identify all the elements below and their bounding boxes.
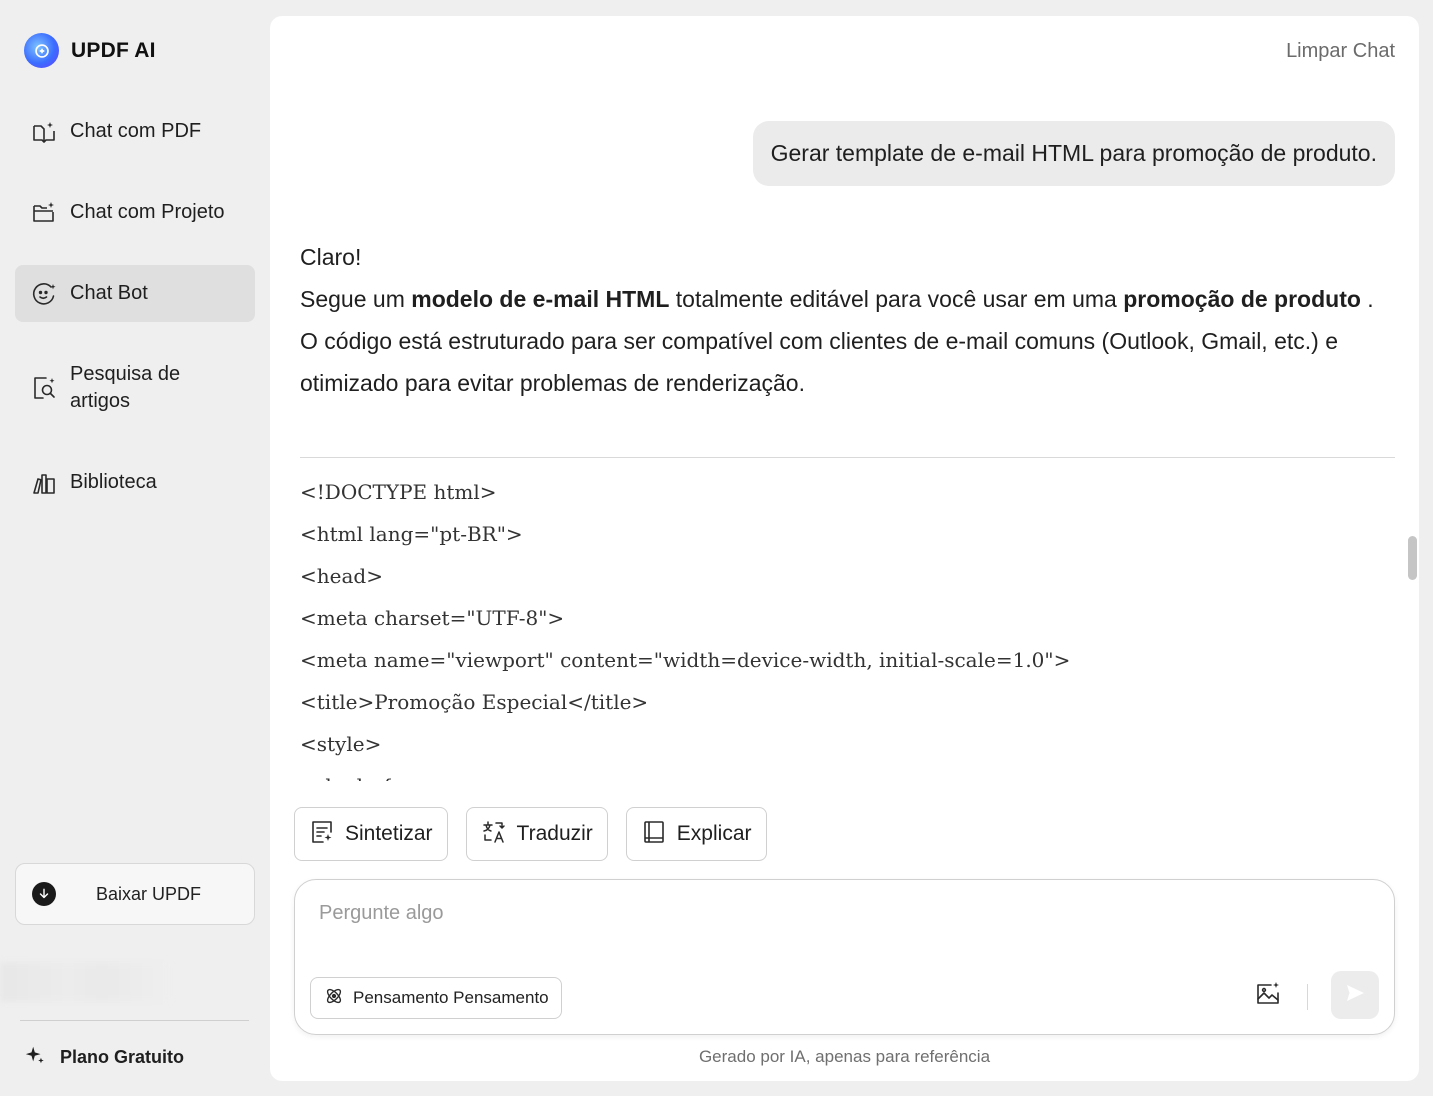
explain-button[interactable]: Explicar (625, 807, 767, 861)
image-sparkle-icon (1254, 980, 1282, 1013)
summarize-button[interactable]: Sintetizar (294, 807, 448, 861)
message-composer: Pensamento Pensamento (294, 879, 1395, 1035)
sidebar-divider (20, 1020, 249, 1021)
atom-icon (323, 985, 345, 1012)
sidebar-item-label: Pesquisa de artigos (70, 363, 181, 412)
code-block: <!DOCTYPE html> <html lang="pt-BR"> <hea… (300, 471, 1395, 781)
answer-text: Segue um (300, 286, 412, 312)
code-line: <html lang="pt-BR"> (300, 522, 523, 546)
brand[interactable]: UPDF AI (24, 33, 156, 68)
sidebar-item-biblioteca[interactable]: Biblioteca (15, 454, 255, 511)
sidebar-item-chat-projeto[interactable]: Chat com Projeto (15, 184, 255, 241)
sidebar-item-chat-pdf[interactable]: Chat com PDF (15, 103, 255, 160)
code-line: <style> (300, 732, 382, 756)
bot-face-icon (30, 280, 58, 308)
code-line: body { (300, 765, 1395, 781)
plan-link[interactable]: Plano Gratuito (24, 1044, 184, 1071)
book-icon (641, 819, 667, 850)
plan-label: Plano Gratuito (60, 1047, 185, 1067)
code-line: <title>Promoção Especial</title> (300, 690, 649, 714)
answer-paragraph: Segue um modelo de e-mail HTML totalment… (300, 278, 1395, 320)
sidebar-item-label: Biblioteca (70, 471, 157, 493)
composer-separator (1307, 984, 1308, 1010)
folder-sparkle-icon (30, 199, 58, 227)
document-search-icon (30, 374, 58, 402)
ai-disclaimer: Gerado por IA, apenas para referência (698, 1047, 991, 1066)
sidebar: UPDF AI Chat com PDF Chat com Projeto Ch… (0, 0, 268, 1096)
summarize-icon (309, 819, 335, 850)
blurred-account-area (0, 962, 170, 1002)
clear-chat-button[interactable]: Limpar Chat (1286, 40, 1395, 63)
ai-answer: Claro! Segue um modelo de e-mail HTML to… (300, 236, 1395, 404)
answer-paragraph: O código está estruturado para ser compa… (300, 328, 1338, 396)
answer-bold-text: promoção de produto (1123, 286, 1361, 312)
thinking-label: Pensamento Pensamento (353, 988, 549, 1007)
scrollbar-thumb[interactable] (1408, 536, 1417, 580)
quick-actions: Sintetizar Traduzir Explicar (294, 807, 767, 861)
answer-bold-text: modelo de e-mail HTML (411, 286, 670, 312)
download-arrow-icon (32, 882, 56, 906)
sidebar-item-chat-bot[interactable]: Chat Bot (15, 265, 255, 322)
book-sparkle-icon (30, 118, 58, 146)
download-label: Baixar UPDF (96, 883, 202, 904)
brand-name: UPDF AI (71, 38, 156, 62)
download-updf-button[interactable]: Baixar UPDF (15, 863, 255, 925)
message-input[interactable] (319, 902, 1219, 925)
explain-label: Explicar (676, 822, 752, 845)
code-line: <!DOCTYPE html> (300, 480, 497, 504)
translate-icon (481, 819, 507, 850)
sidebar-item-label: Chat com PDF (70, 120, 202, 142)
code-line: <meta charset="UTF-8"> (300, 606, 565, 630)
sparkle-icon (24, 1044, 46, 1071)
updf-ai-logo-icon (24, 33, 59, 68)
sidebar-item-pesquisa-artigos[interactable]: Pesquisa de artigos (15, 346, 255, 430)
image-upload-button[interactable] (1252, 980, 1284, 1012)
translate-button[interactable]: Traduzir (465, 807, 608, 861)
answer-line: Claro! (300, 244, 362, 270)
code-line: <meta name="viewport" content="width=dev… (300, 648, 1071, 672)
thinking-toggle-button[interactable]: Pensamento Pensamento (310, 977, 562, 1019)
translate-label: Traduzir (516, 822, 593, 845)
sidebar-item-label: Chat Bot (70, 282, 148, 304)
send-icon (1343, 981, 1367, 1010)
code-line: <head> (300, 564, 383, 588)
summarize-label: Sintetizar (345, 822, 433, 845)
answer-divider (300, 457, 1395, 458)
chat-panel: Limpar Chat Gerar template de e-mail HTM… (270, 16, 1419, 1081)
user-message-bubble: Gerar template de e-mail HTML para promo… (752, 121, 1395, 186)
sidebar-item-label: Chat com Projeto (70, 201, 225, 223)
send-button[interactable] (1331, 971, 1379, 1019)
answer-text: totalmente editável para você usar em um… (669, 286, 1124, 312)
library-icon (30, 469, 58, 497)
answer-text: . (1360, 286, 1374, 312)
